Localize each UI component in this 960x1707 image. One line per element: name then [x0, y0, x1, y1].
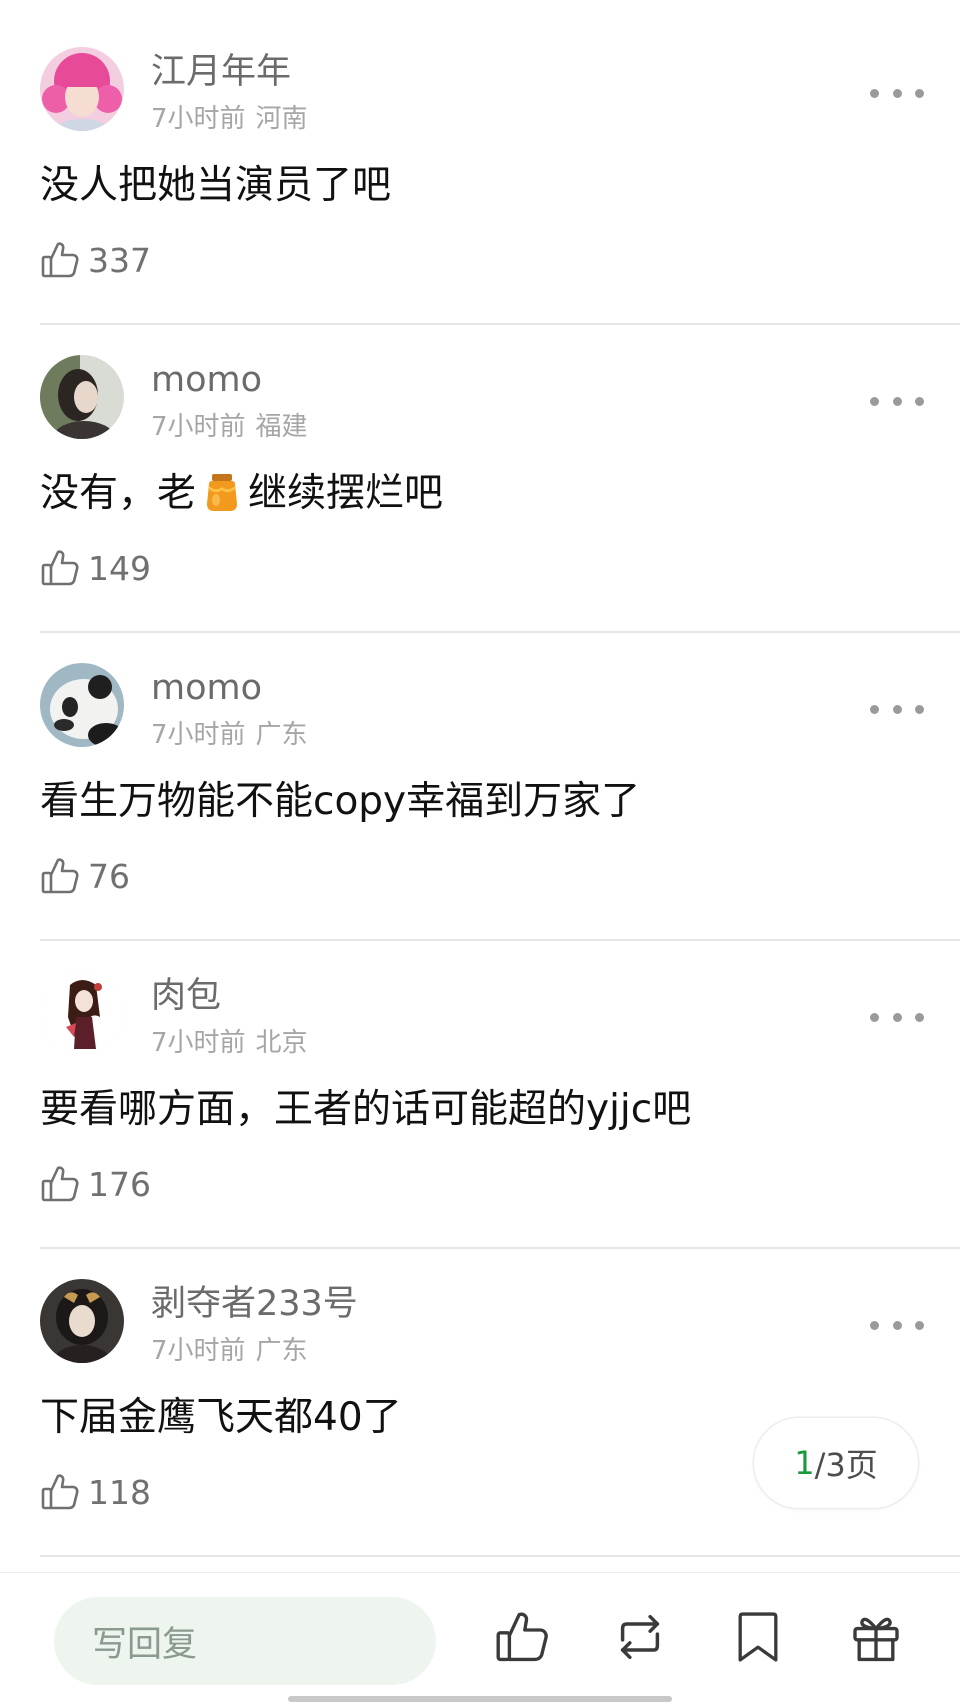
comment-location: 福建 [255, 412, 308, 442]
reply-input[interactable]: 写回复 [54, 1597, 436, 1685]
username[interactable]: 剥夺者233号 [151, 1284, 358, 1324]
like-count: 176 [88, 1164, 151, 1204]
like-button[interactable]: 118 [40, 1470, 151, 1514]
thumbs-up-icon [41, 1474, 79, 1510]
comment-location: 河南 [255, 104, 308, 134]
like-button[interactable]: 76 [40, 854, 130, 898]
more-options-button[interactable] [870, 386, 924, 416]
honey-jar-icon [200, 470, 244, 514]
thumbs-up-icon[interactable] [490, 1605, 554, 1669]
comment-text: 没人把她当演员了吧 [40, 163, 392, 208]
bookmark-icon[interactable] [726, 1605, 790, 1669]
thumbs-up-icon [41, 550, 79, 586]
thumbs-up-icon [41, 1166, 79, 1202]
like-count: 149 [88, 548, 151, 588]
comment-item: 肉包 7小时前 北京 要看哪方面，王者的话可能超的yjjc吧 176 [0, 924, 960, 1249]
comment-time: 7小时前 [151, 720, 246, 750]
comment-item: momo 7小时前 福建 没有，老 继续摆烂吧 149 [0, 308, 960, 633]
home-indicator [288, 1696, 672, 1702]
user-avatar[interactable] [40, 971, 124, 1055]
comment-meta: 7小时前 北京 [151, 1027, 308, 1059]
comment-text: 下届金鹰飞天都40了 [40, 1395, 402, 1440]
like-button[interactable]: 337 [40, 238, 151, 282]
like-count: 118 [88, 1472, 151, 1512]
username[interactable]: 江月年年 [151, 52, 291, 92]
username[interactable]: 肉包 [151, 976, 221, 1016]
comment-meta: 7小时前 福建 [151, 411, 308, 443]
comment-time: 7小时前 [151, 1336, 246, 1366]
more-options-button[interactable] [870, 78, 924, 108]
comment-text: 要看哪方面，王者的话可能超的yjjc吧 [40, 1087, 692, 1132]
more-options-button[interactable] [870, 694, 924, 724]
comment-time: 7小时前 [151, 104, 246, 134]
current-page: 1 [794, 1444, 815, 1482]
like-button[interactable]: 176 [40, 1162, 151, 1206]
comment-text-before: 没有，老 [40, 471, 197, 516]
comment-location: 北京 [255, 1028, 308, 1058]
user-avatar[interactable] [40, 1279, 124, 1363]
comment-meta: 7小时前 广东 [151, 719, 308, 751]
comment-meta: 7小时前 河南 [151, 103, 308, 135]
comment-item: 江月年年 7小时前 河南 没人把她当演员了吧 337 [0, 0, 960, 325]
total-pages: /3页 [814, 1446, 878, 1484]
comment-meta: 7小时前 广东 [151, 1335, 308, 1367]
comment-item: momo 7小时前 广东 看生万物能不能copy幸福到万家了 76 [0, 616, 960, 941]
username[interactable]: momo [151, 668, 262, 708]
like-button[interactable]: 149 [40, 546, 151, 590]
more-options-button[interactable] [870, 1002, 924, 1032]
comment-text: 看生万物能不能copy幸福到万家了 [40, 779, 641, 824]
repost-icon[interactable] [608, 1605, 672, 1669]
page-indicator[interactable]: 1/3页 [754, 1418, 918, 1508]
more-options-button[interactable] [870, 1310, 924, 1340]
user-avatar[interactable] [40, 663, 124, 747]
like-count: 337 [88, 240, 151, 280]
like-count: 76 [88, 856, 130, 896]
bottom-action-bar: 写回复 [0, 1572, 960, 1707]
thumbs-up-icon [41, 858, 79, 894]
thumbs-up-icon [41, 242, 79, 278]
comment-time: 7小时前 [151, 412, 246, 442]
gift-icon[interactable] [844, 1605, 908, 1669]
divider [40, 1555, 960, 1557]
username[interactable]: momo [151, 360, 262, 400]
comment-time: 7小时前 [151, 1028, 246, 1058]
comment-location: 广东 [255, 720, 308, 750]
comment-location: 广东 [255, 1336, 308, 1366]
user-avatar[interactable] [40, 355, 124, 439]
user-avatar[interactable] [40, 47, 124, 131]
comment-text: 没有，老 继续摆烂吧 [40, 468, 443, 520]
comment-text-after: 继续摆烂吧 [248, 471, 444, 516]
